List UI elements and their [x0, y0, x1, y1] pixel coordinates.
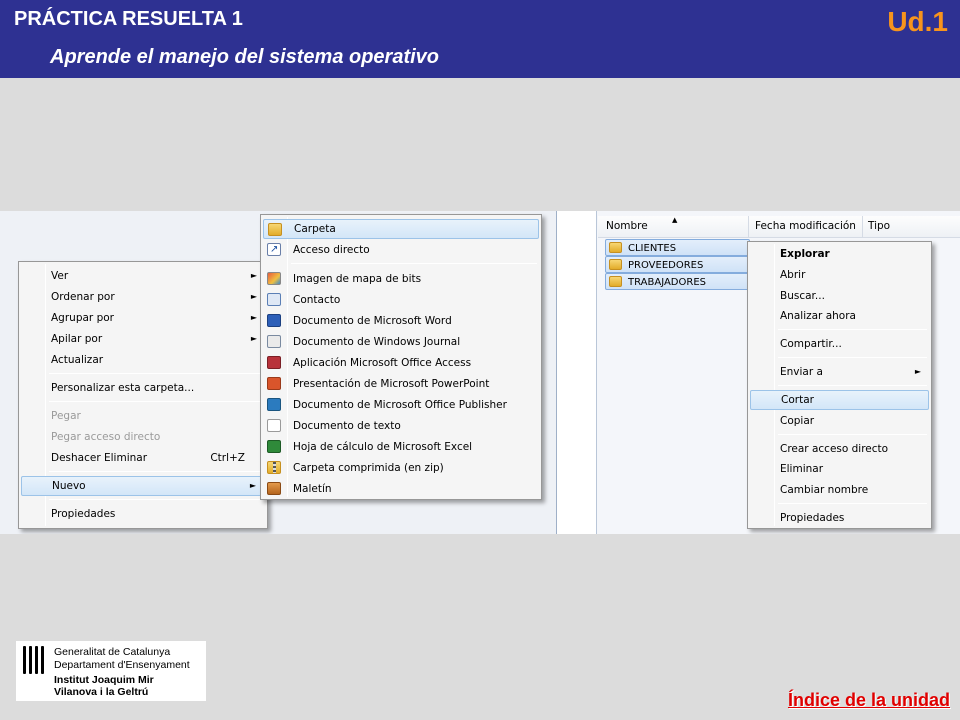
menu-item-apilar-por[interactable]: Apilar por ►: [21, 329, 265, 349]
folder-row-proveedores[interactable]: PROVEEDORES: [605, 256, 750, 273]
menu-separator: [49, 499, 263, 500]
submenu-item-journal[interactable]: Documento de Windows Journal: [263, 332, 539, 352]
menu-item-ordenar-por[interactable]: Ordenar por ►: [21, 287, 265, 307]
submenu-item-publisher[interactable]: Documento de Microsoft Office Publisher: [263, 395, 539, 415]
column-header: Nombre ▲ Fecha modificación Tipo: [598, 216, 960, 238]
menu-separator: [778, 385, 927, 386]
journal-icon: [267, 335, 281, 348]
menu-item-explorar[interactable]: Explorar: [750, 244, 929, 264]
header-bar: PRÁCTICA RESUELTA 1 Aprende el manejo de…: [0, 0, 960, 78]
submenu-item-acceso-directo[interactable]: Acceso directo: [263, 240, 539, 260]
word-icon: [267, 314, 281, 327]
bitmap-icon: [267, 272, 281, 285]
folder-row-trabajadores[interactable]: TRABAJADORES: [605, 273, 750, 290]
publisher-icon: [267, 398, 281, 411]
menu-separator: [49, 401, 263, 402]
submenu-item-texto[interactable]: Documento de texto: [263, 416, 539, 436]
menu-item-buscar[interactable]: Buscar...: [750, 286, 929, 306]
logo-line-3: Institut Joaquim Mir: [54, 674, 154, 686]
generalitat-emblem-icon: [21, 646, 49, 674]
shortcut-label: Ctrl+Z: [210, 452, 245, 464]
submenu-item-powerpoint[interactable]: Presentación de Microsoft PowerPoint: [263, 374, 539, 394]
menu-separator: [49, 471, 263, 472]
menu-item-enviar-a[interactable]: Enviar a ►: [750, 362, 929, 382]
index-link[interactable]: Índice de la unidad: [788, 690, 950, 711]
contact-icon: [267, 293, 281, 306]
menu-item-pegar-acceso-directo: Pegar acceso directo: [51, 431, 161, 443]
submenu-arrow-icon: ►: [250, 334, 257, 343]
submenu-item-zip[interactable]: Carpeta comprimida (en zip): [263, 458, 539, 478]
folder-row-clientes[interactable]: CLIENTES: [605, 239, 750, 256]
submenu-arrow-icon: ►: [249, 481, 256, 490]
folder-icon: [609, 276, 622, 287]
page-title: PRÁCTICA RESUELTA 1: [14, 8, 243, 30]
menu-item-cortar[interactable]: Cortar: [750, 390, 929, 410]
submenu-item-word[interactable]: Documento de Microsoft Word: [263, 311, 539, 331]
submenu-arrow-icon: ►: [250, 313, 257, 322]
menu-item-propiedades[interactable]: Propiedades: [750, 508, 929, 528]
explorer-screenshot: Nombre ▲ Fecha modificación Tipo CLIENTE…: [561, 211, 960, 534]
menu-item-deshacer-eliminar[interactable]: Deshacer Eliminar Ctrl+Z: [21, 448, 265, 468]
menu-item-compartir[interactable]: Compartir...: [750, 334, 929, 354]
folder-context-menu: Explorar Abrir Buscar... Analizar ahora …: [747, 241, 932, 529]
powerpoint-icon: [267, 377, 281, 390]
desktop-context-menu: Ver ► Ordenar por ► Agrupar por ► Apilar po…: [18, 261, 268, 529]
menu-separator: [778, 357, 927, 358]
submenu-arrow-icon: ►: [250, 271, 257, 280]
column-nombre[interactable]: Nombre: [606, 220, 648, 232]
menu-item-actualizar[interactable]: Actualizar: [21, 350, 265, 370]
menu-item-nuevo[interactable]: Nuevo ►: [21, 476, 265, 496]
column-fecha[interactable]: Fecha modificación: [755, 220, 856, 232]
menu-separator: [49, 373, 263, 374]
submenu-arrow-icon: ►: [914, 367, 921, 376]
menu-item-pegar: Pegar: [51, 410, 81, 422]
desktop-screenshot: Ver ► Ordenar por ► Agrupar por ► Apilar po…: [0, 211, 559, 534]
menu-item-abrir[interactable]: Abrir: [750, 265, 929, 285]
menu-separator: [778, 434, 927, 435]
menu-item-analizar-ahora[interactable]: Analizar ahora: [750, 306, 929, 326]
text-document-icon: [267, 419, 281, 432]
submenu-item-maletin[interactable]: Maletín: [263, 479, 539, 499]
submenu-item-excel[interactable]: Hoja de cálculo de Microsoft Excel: [263, 437, 539, 457]
menu-separator: [778, 329, 927, 330]
navigation-pane: [561, 211, 597, 534]
briefcase-icon: [267, 482, 281, 495]
menu-item-ver[interactable]: Ver ►: [21, 266, 265, 286]
generalitat-logo: Generalitat de Catalunya Departament d'E…: [16, 641, 206, 701]
page-subtitle: Aprende el manejo del sistema operativo: [50, 46, 440, 68]
logo-line-4: Vilanova i la Geltrú: [54, 686, 149, 698]
submenu-item-carpeta[interactable]: Carpeta: [263, 219, 539, 239]
menu-item-personalizar[interactable]: Personalizar esta carpeta...: [21, 378, 265, 398]
menu-separator: [291, 263, 537, 264]
logo-line-1: Generalitat de Catalunya: [54, 646, 171, 658]
access-icon: [267, 356, 281, 369]
column-tipo[interactable]: Tipo: [868, 220, 890, 232]
sort-arrow-icon: ▲: [672, 216, 678, 224]
menu-item-crear-acceso-directo[interactable]: Crear acceso directo: [750, 439, 929, 459]
submenu-item-contacto[interactable]: Contacto: [263, 290, 539, 310]
unit-label: Ud.1: [887, 6, 948, 37]
submenu-item-imagen-bits[interactable]: Imagen de mapa de bits: [263, 269, 539, 289]
zip-folder-icon: [267, 461, 281, 474]
excel-icon: [267, 440, 281, 453]
logo-line-2: Departament d'Ensenyament: [54, 659, 190, 671]
submenu-arrow-icon: ►: [250, 292, 257, 301]
menu-item-copiar[interactable]: Copiar: [750, 411, 929, 431]
menu-item-agrupar-por[interactable]: Agrupar por ►: [21, 308, 265, 328]
folder-icon: [609, 259, 622, 270]
folder-icon: [609, 242, 622, 253]
shortcut-icon: [267, 240, 281, 260]
menu-item-cambiar-nombre[interactable]: Cambiar nombre: [750, 480, 929, 500]
menu-item-propiedades[interactable]: Propiedades: [21, 504, 265, 524]
folder-icon: [268, 223, 282, 236]
menu-item-eliminar[interactable]: Eliminar: [750, 459, 929, 479]
submenu-item-access[interactable]: Aplicación Microsoft Office Access: [263, 353, 539, 373]
new-submenu: Carpeta Acceso directo Imagen de mapa de…: [260, 214, 542, 500]
menu-separator: [778, 503, 927, 504]
